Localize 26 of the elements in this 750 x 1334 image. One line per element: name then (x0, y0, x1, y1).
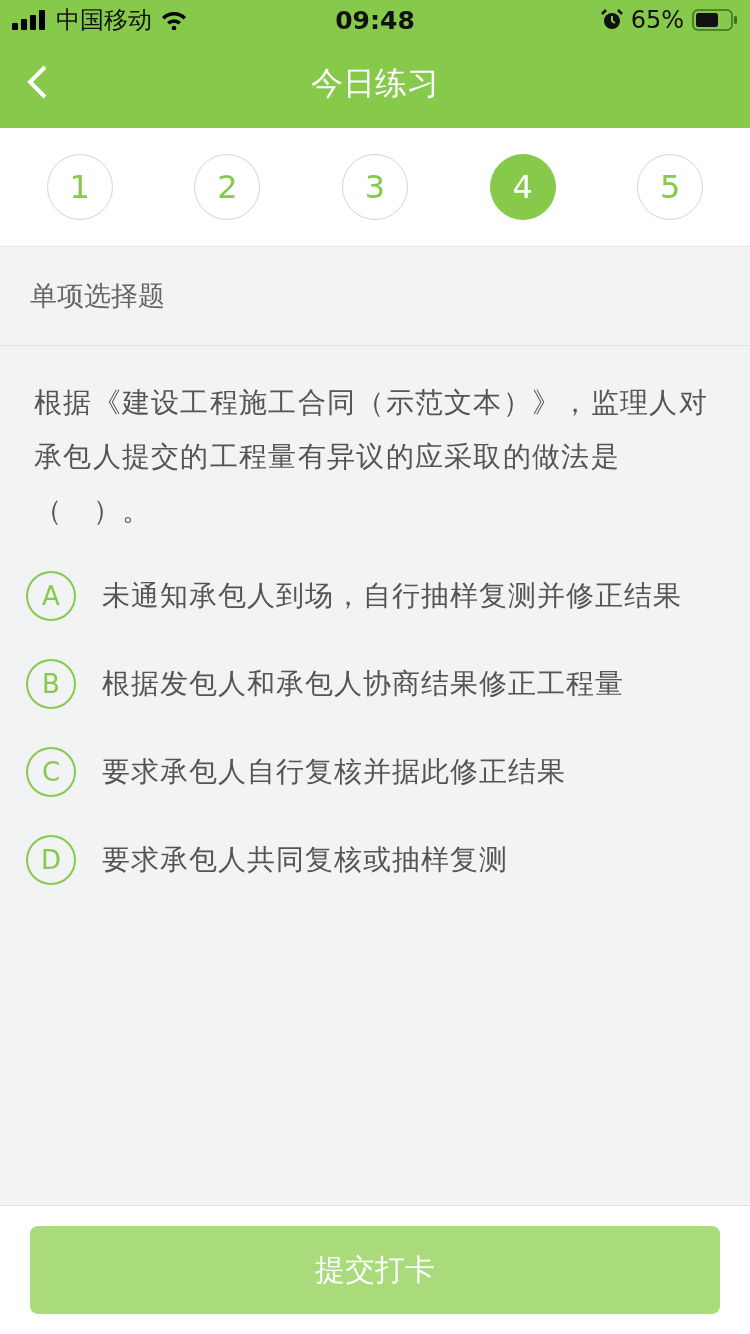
question-type: 单项选择题 (30, 279, 165, 313)
question-number-button[interactable]: 3 (342, 154, 408, 220)
carrier-name: 中国移动 (56, 5, 152, 36)
option-text[interactable]: 根据发包人和承包人协商结果修正工程量 (102, 665, 624, 703)
question-number-button[interactable]: 5 (637, 154, 704, 220)
question-text: 根据《建设工程施工合同（示范文本）》，监理人对承包人提交的工程量有异议的应采取的做法是 (34, 385, 709, 475)
page-title: 今日练习 (311, 63, 439, 104)
question-text: （ ）。 (34, 493, 153, 529)
alarm-icon (600, 9, 623, 31)
back-button[interactable] (26, 64, 48, 100)
option-letter-button[interactable]: A (26, 571, 76, 621)
option-text[interactable]: 未通知承包人到场，自行抽样复测并修正结果 (102, 577, 682, 615)
signal-icon (12, 10, 48, 30)
back-chevron-icon (26, 64, 48, 100)
question-number-button[interactable]: 4 (489, 154, 556, 220)
option-letter-button[interactable]: B (26, 659, 76, 709)
battery-percent: 65% (630, 6, 684, 34)
battery-icon (692, 9, 738, 31)
question-number-button[interactable]: 1 (46, 154, 113, 220)
option-text[interactable]: 要求承包人自行复核并据此修正结果 (102, 753, 566, 791)
option-letter-button[interactable]: D (26, 835, 76, 885)
wifi-icon (160, 10, 188, 30)
option-text[interactable]: 要求承包人共同复核或抽样复测 (102, 841, 508, 879)
clock-time: 09:48 (335, 5, 415, 35)
question-number-button[interactable]: 2 (194, 154, 261, 220)
option-letter-button[interactable]: C (26, 747, 76, 797)
